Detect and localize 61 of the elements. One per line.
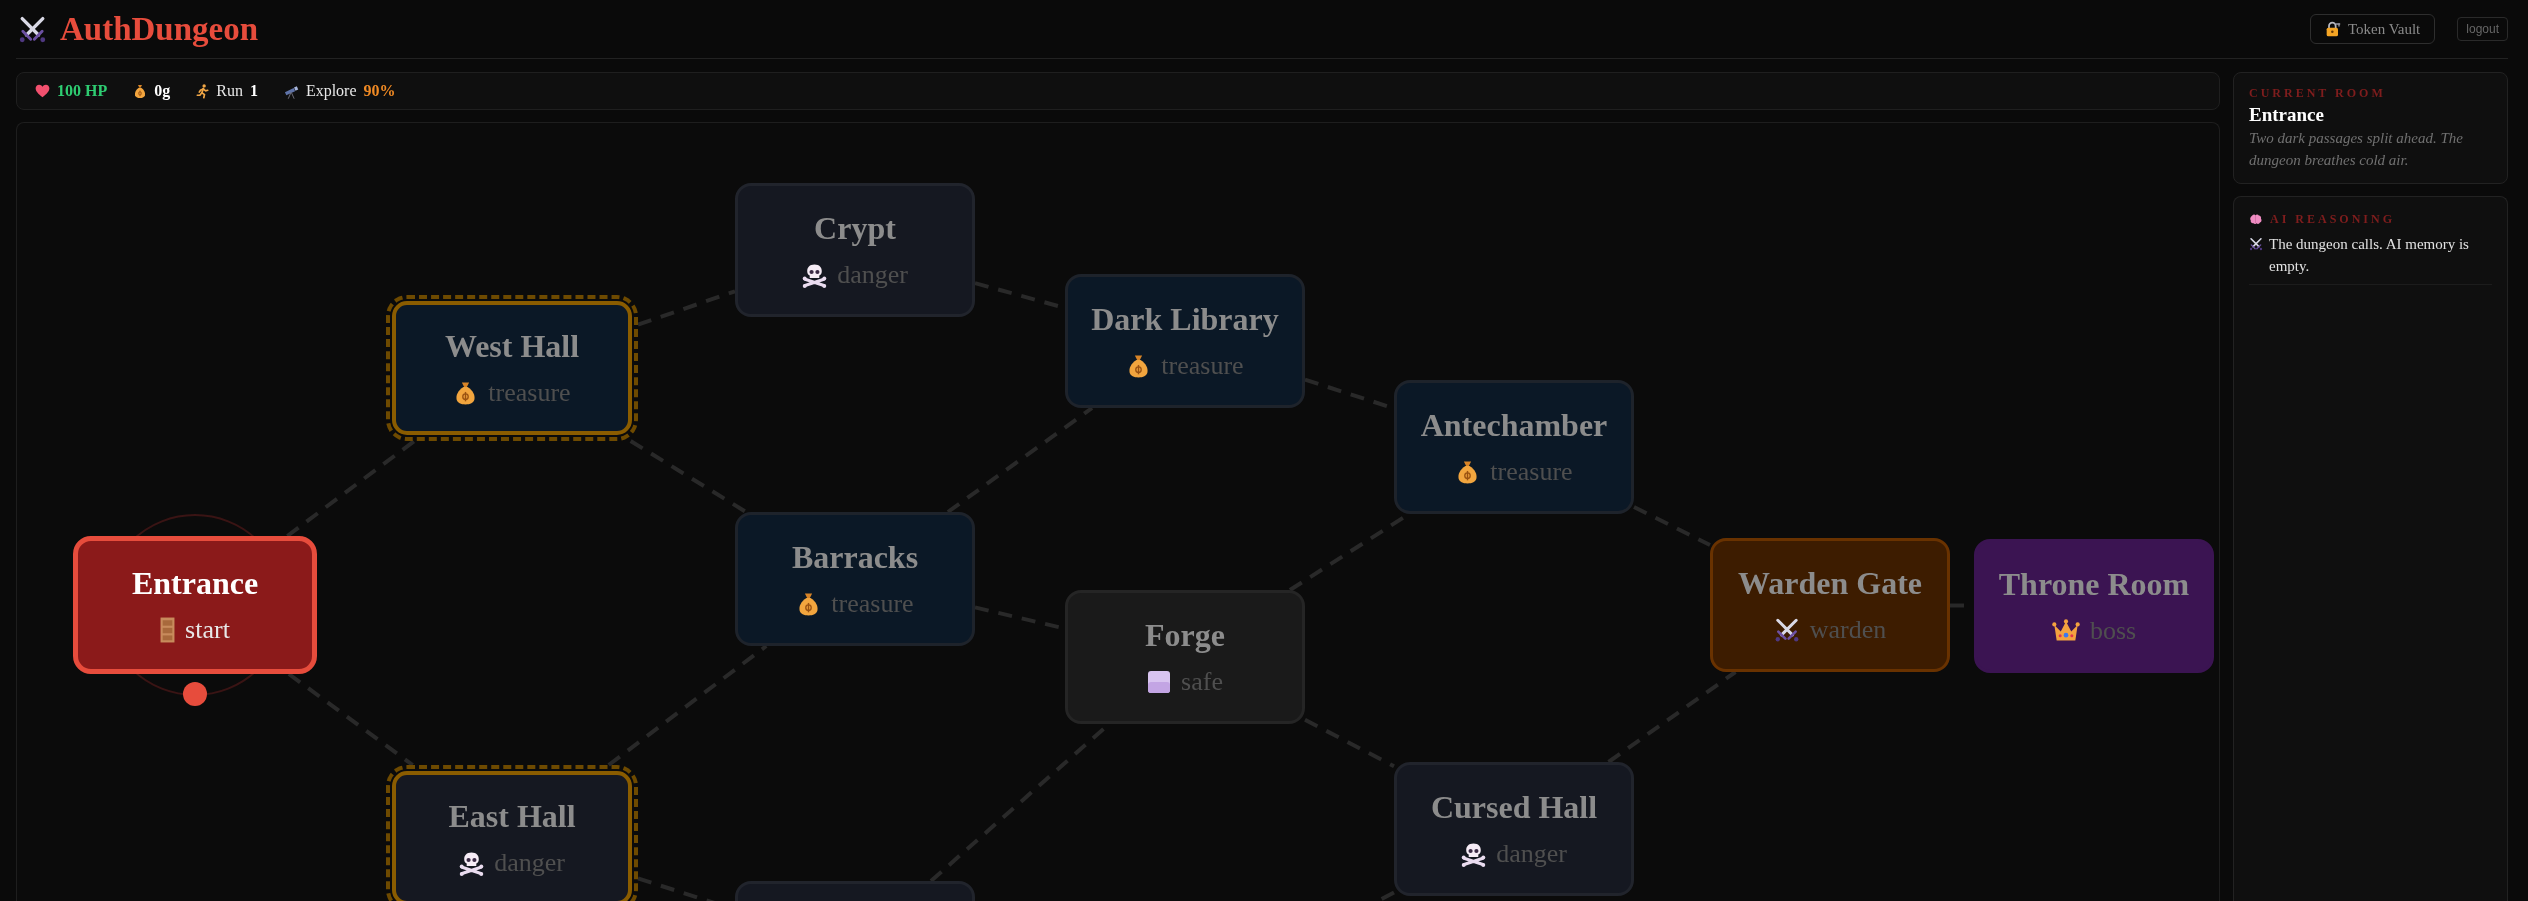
- stat-value: 90%: [363, 81, 396, 101]
- door-icon: [160, 617, 176, 643]
- crossed-swords-icon: [2249, 237, 2263, 251]
- room-name: Dark Library: [1091, 301, 1279, 337]
- skull-crossbones-icon: [802, 262, 828, 288]
- section-heading: AI REASONING: [2270, 211, 2395, 227]
- room-name: Cursed Hall: [1430, 789, 1598, 825]
- telescope-icon: [283, 83, 299, 99]
- room-name: Forge: [1145, 617, 1225, 653]
- room-type-label: warden: [1809, 615, 1887, 645]
- stat-label: Explore: [305, 81, 357, 102]
- marker-dot-icon: [183, 682, 207, 706]
- room-type-label: danger: [1496, 839, 1567, 869]
- room-type-label: treasure: [831, 589, 914, 619]
- room-node[interactable]: Warden Gate warden: [1710, 538, 1950, 672]
- room-name: Entrance: [131, 565, 259, 601]
- room-node[interactable]: Throne Room boss: [1974, 539, 2214, 673]
- money-bag-icon: [133, 83, 148, 99]
- room-node[interactable]: Barracks treasure: [735, 512, 975, 646]
- app-title: AuthDungeon: [60, 12, 259, 46]
- room-name: Antechamber: [1420, 407, 1608, 443]
- room-description: Two dark passages split ahead. The dungeon breathes cold air.: [2249, 129, 2464, 170]
- log-entry-text: The dungeon calls. AI memory is empty.: [2269, 235, 2470, 276]
- crossed-swords-icon: [18, 14, 47, 44]
- logout-button[interactable]: logout: [2457, 17, 2508, 41]
- brain-icon: [2249, 213, 2262, 225]
- room-type-label: treasure: [1490, 457, 1573, 487]
- room-node[interactable]: Dark Library treasure: [1065, 274, 1305, 408]
- room-node[interactable]: East Hall danger: [386, 765, 638, 901]
- room-type-label: treasure: [488, 378, 571, 408]
- crossed-swords-icon: [1773, 617, 1800, 643]
- running-person-icon: [196, 83, 210, 99]
- lock-key-icon: [2324, 21, 2341, 37]
- skull-crossbones-icon: [459, 850, 485, 876]
- heart-icon: [35, 84, 50, 98]
- room-name: Throne Room: [1998, 566, 2190, 602]
- stat-value: 0g: [154, 81, 171, 102]
- room-type-label: treasure: [1161, 351, 1244, 381]
- stat-value: 1: [249, 81, 258, 101]
- room-title: Entrance: [2249, 103, 2325, 127]
- room-node[interactable]: Antechamber treasure: [1394, 380, 1634, 514]
- room-type-label: danger: [494, 848, 565, 878]
- room-node[interactable]: Entrance start: [73, 536, 317, 674]
- room-name: Crypt: [814, 210, 896, 246]
- room-node[interactable]: West Hall treasure: [386, 295, 638, 441]
- token-vault-button[interactable]: Token Vault: [2309, 14, 2436, 44]
- room-name: Barracks: [791, 539, 919, 575]
- skull-crossbones-icon: [1461, 841, 1487, 867]
- room-node[interactable]: Crypt danger: [735, 183, 975, 317]
- room-name: West Hall: [444, 328, 580, 364]
- section-heading: CURRENT ROOM: [2249, 85, 2387, 101]
- stat-label: Run: [216, 81, 243, 101]
- room-type-label: start: [185, 615, 230, 645]
- room-type-label: boss: [2089, 616, 2137, 646]
- stat-value: 100 HP: [57, 81, 108, 101]
- room-name: East Hall: [448, 798, 576, 834]
- room-type-label: danger: [837, 260, 908, 290]
- room-node[interactable]: Cursed Hall danger: [1394, 762, 1634, 896]
- lavender-square-icon: [1147, 670, 1172, 694]
- room-name: Warden Gate: [1738, 565, 1922, 601]
- crown-icon: [2051, 619, 2080, 643]
